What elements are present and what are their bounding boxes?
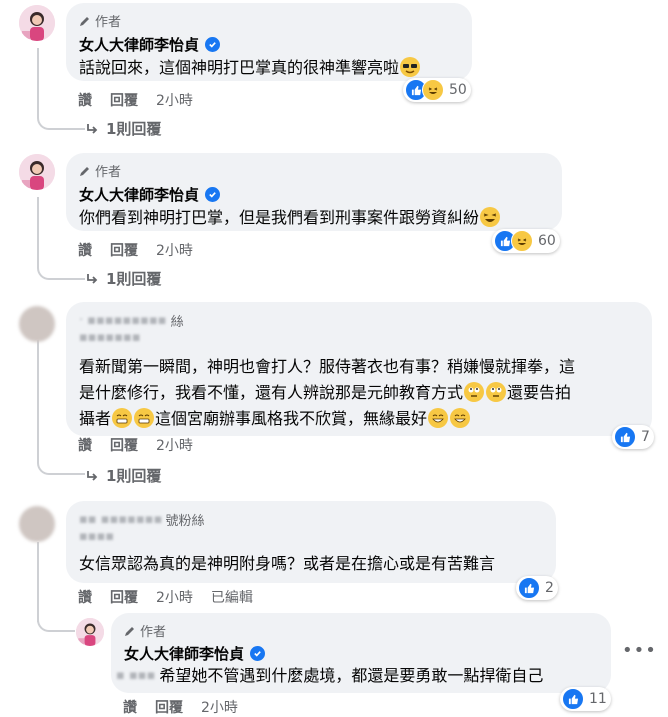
reaction-count: 60: [538, 233, 556, 249]
view-replies-link[interactable]: 1則回覆: [86, 268, 161, 289]
reaction-summary[interactable]: 11: [560, 687, 611, 711]
grimace-emoji-icon: [112, 408, 133, 428]
rolling-eyes-emoji-icon: [464, 382, 485, 402]
pencil-icon: [80, 166, 89, 176]
author-badge: 作者: [79, 161, 121, 180]
more-options-icon[interactable]: •••: [622, 640, 657, 661]
verified-icon: [250, 646, 266, 661]
reply-actions: 讚 回覆 2小時: [123, 697, 238, 717]
reply-arrow-icon: [87, 273, 98, 284]
blurred-name: ▪▪ ▪▪▪▪▪▪▪: [79, 512, 163, 527]
reaction-summary[interactable]: 2: [516, 576, 558, 600]
rolling-eyes-emoji-icon: [486, 382, 507, 402]
author-badge: 作者: [79, 11, 121, 30]
comment-actions: 讚 回覆 2小時 已編輯: [78, 587, 253, 607]
like-reaction-icon: [614, 426, 636, 448]
blurred-subtitle: ▪▪▪▪▪▪▪: [79, 330, 141, 345]
like-button[interactable]: 讚: [78, 435, 92, 455]
comment-bubble: ▪▪ ▪▪▪▪▪▪▪ 號粉絲 ▪▪▪▪ 女信眾認為真的是神明附身嗎？或者是在擔心…: [66, 501, 556, 583]
reaction-summary[interactable]: 60: [492, 229, 560, 253]
like-reaction-icon: [518, 577, 540, 599]
reaction-count: 2: [545, 580, 554, 596]
avatar[interactable]: [19, 306, 55, 342]
haha-reaction-icon: [511, 230, 533, 252]
reply-text: ▪ ▪▪▪ 希望她不管遇到什麼處境，都還是要勇敢一點捍衛自己: [116, 663, 543, 689]
reaction-count: 50: [449, 82, 467, 98]
author-badge-label: 作者: [140, 625, 167, 640]
like-button[interactable]: 讚: [78, 587, 92, 607]
blurred-subtitle: ▪▪▪▪: [79, 529, 115, 544]
author-badge-label: 作者: [95, 15, 122, 30]
thread-curve: [37, 602, 75, 632]
reply-arrow-icon: [87, 470, 98, 481]
comment-text: 話說回來，這個神明打巴掌真的很神準響亮啦: [79, 55, 421, 81]
view-replies-link[interactable]: 1則回覆: [86, 465, 161, 486]
like-button[interactable]: 讚: [123, 697, 137, 717]
comment-text: 你們看到神明打巴掌，但是我們看到刑事案件跟勞資糾紛: [79, 205, 501, 231]
author-name[interactable]: ▪▪ ▪▪▪▪▪▪▪ 號粉絲: [79, 510, 204, 529]
verified-icon: [205, 187, 221, 202]
comment-actions: 讚 回覆 2小時: [78, 90, 193, 110]
sunglasses-emoji-icon: [400, 57, 421, 77]
reply-button[interactable]: 回覆: [110, 240, 138, 260]
like-button[interactable]: 讚: [78, 90, 92, 110]
timestamp[interactable]: 2小時: [156, 240, 193, 260]
view-replies-link[interactable]: 1則回覆: [86, 118, 161, 139]
comment-text: 看新聞第一瞬間，神明也會打人？服侍著衣也有事？稍嫌慢就揮拳，這 是什麼修行，我看…: [79, 357, 576, 428]
reaction-summary[interactable]: 50: [403, 78, 471, 102]
author-badge: 作者: [124, 621, 166, 640]
author-name[interactable]: 女人大律師李怡貞: [79, 184, 221, 205]
like-reaction-icon: [562, 688, 584, 710]
edited-label[interactable]: 已編輯: [211, 587, 253, 607]
avatar[interactable]: [76, 618, 104, 646]
blurred-name: ‧ ▪▪▪▪▪▪▪▪▪: [79, 313, 167, 328]
blurred-mention: ▪ ▪▪▪: [116, 668, 156, 683]
like-button[interactable]: 讚: [78, 240, 92, 260]
laughing-emoji-icon: [480, 207, 501, 227]
comment-actions: 讚 回覆 2小時: [78, 240, 193, 260]
reply-bubble: 作者 女人大律師李怡貞 ▪ ▪▪▪ 希望她不管遇到什麼處境，都還是要勇敢一點捍衛…: [111, 613, 611, 693]
reaction-count: 11: [589, 691, 607, 707]
avatar[interactable]: [19, 5, 55, 41]
verified-icon: [205, 37, 221, 52]
grin-emoji-icon: [428, 408, 449, 428]
reply-button[interactable]: 回覆: [110, 587, 138, 607]
comment-text: 女信眾認為真的是神明附身嗎？或者是在擔心或是有苦難言: [79, 554, 496, 573]
avatar[interactable]: [19, 506, 55, 542]
reaction-count: 7: [641, 429, 650, 445]
grimace-emoji-icon: [134, 408, 155, 428]
timestamp[interactable]: 2小時: [201, 697, 238, 717]
author-badge-label: 作者: [95, 165, 122, 180]
timestamp[interactable]: 2小時: [156, 587, 193, 607]
timestamp[interactable]: 2小時: [156, 90, 193, 110]
pencil-icon: [125, 626, 134, 636]
author-name[interactable]: ‧ ▪▪▪▪▪▪▪▪▪ 絲: [79, 311, 184, 330]
comment-bubble: ‧ ▪▪▪▪▪▪▪▪▪ 絲 ▪▪▪▪▪▪▪ 看新聞第一瞬間，神明也會打人？服侍著…: [66, 302, 652, 436]
reply-arrow-icon: [87, 123, 98, 134]
pencil-icon: [80, 16, 89, 26]
reply-button[interactable]: 回覆: [155, 697, 183, 717]
reply-button[interactable]: 回覆: [110, 435, 138, 455]
haha-reaction-icon: [422, 79, 444, 101]
author-name[interactable]: 女人大律師李怡貞: [79, 34, 221, 55]
avatar[interactable]: [19, 154, 55, 190]
comment-bubble: 作者 女人大律師李怡貞 你們看到神明打巴掌，但是我們看到刑事案件跟勞資糾紛: [66, 153, 562, 231]
reaction-summary[interactable]: 7: [612, 425, 654, 449]
grin-emoji-icon: [450, 408, 471, 428]
comment-bubble: 作者 女人大律師李怡貞 話說回來，這個神明打巴掌真的很神準響亮啦: [66, 3, 472, 81]
author-name[interactable]: 女人大律師李怡貞: [124, 643, 266, 664]
timestamp[interactable]: 2小時: [156, 435, 193, 455]
reply-button[interactable]: 回覆: [110, 90, 138, 110]
comment-actions: 讚 回覆 2小時: [78, 435, 193, 455]
thread-line: [37, 340, 39, 450]
